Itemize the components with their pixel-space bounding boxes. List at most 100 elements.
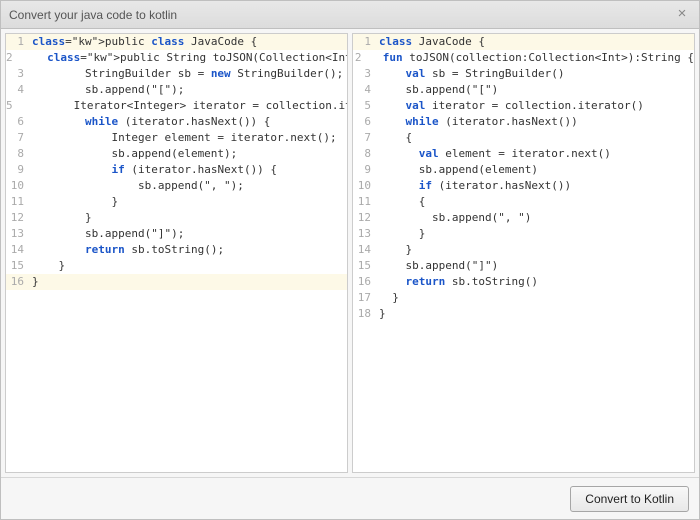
code-text: return sb.toString() <box>377 274 538 290</box>
code-line[interactable]: 13 sb.append("]"); <box>6 226 347 242</box>
code-text: } <box>377 290 399 306</box>
code-line[interactable]: 14 return sb.toString(); <box>6 242 347 258</box>
line-number: 9 <box>353 162 377 178</box>
code-line[interactable]: 3 StringBuilder sb = new StringBuilder()… <box>6 66 347 82</box>
code-text: val sb = StringBuilder() <box>377 66 564 82</box>
line-number: 8 <box>6 146 30 162</box>
code-text: } <box>30 194 118 210</box>
code-line[interactable]: 17 } <box>353 290 694 306</box>
line-number: 15 <box>353 258 377 274</box>
code-line[interactable]: 1class JavaCode { <box>353 34 694 50</box>
code-line[interactable]: 15 sb.append("]") <box>353 258 694 274</box>
code-line[interactable]: 6 while (iterator.hasNext()) <box>353 114 694 130</box>
code-text: if (iterator.hasNext()) { <box>30 162 277 178</box>
code-text: class JavaCode { <box>377 34 485 50</box>
code-text: Iterator<Integer> iterator = collection.… <box>19 98 348 114</box>
kotlin-editor[interactable]: 1class JavaCode {2 fun toJSON(collection… <box>352 33 695 473</box>
code-text: class="kw">public class JavaCode { <box>30 34 257 50</box>
dialog-title: Convert your java code to kotlin <box>9 8 673 22</box>
code-line[interactable]: 7 { <box>353 130 694 146</box>
line-number: 2 <box>6 50 19 66</box>
line-number: 1 <box>353 34 377 50</box>
code-line[interactable]: 9 if (iterator.hasNext()) { <box>6 162 347 178</box>
line-number: 10 <box>353 178 377 194</box>
code-text: } <box>30 258 65 274</box>
code-text: sb.append("[") <box>377 82 498 98</box>
code-line[interactable]: 1class="kw">public class JavaCode { <box>6 34 347 50</box>
code-line[interactable]: 15 } <box>6 258 347 274</box>
line-number: 15 <box>6 258 30 274</box>
line-number: 5 <box>353 98 377 114</box>
line-number: 4 <box>6 82 30 98</box>
line-number: 7 <box>353 130 377 146</box>
line-number: 12 <box>353 210 377 226</box>
line-number: 12 <box>6 210 30 226</box>
line-number: 3 <box>353 66 377 82</box>
code-text: val iterator = collection.iterator() <box>377 98 644 114</box>
code-text: sb.append(", ") <box>377 210 531 226</box>
line-number: 5 <box>6 98 19 114</box>
code-text: } <box>30 210 92 226</box>
code-text: } <box>377 242 412 258</box>
line-number: 7 <box>6 130 30 146</box>
code-line[interactable]: 6 while (iterator.hasNext()) { <box>6 114 347 130</box>
code-line[interactable]: 16} <box>6 274 347 290</box>
code-text: StringBuilder sb = new StringBuilder(); <box>30 66 343 82</box>
java-editor[interactable]: 1class="kw">public class JavaCode {2 cla… <box>5 33 348 473</box>
line-number: 16 <box>353 274 377 290</box>
code-text: class="kw">public String toJSON(Collecti… <box>19 50 348 66</box>
code-text: return sb.toString(); <box>30 242 224 258</box>
code-text: sb.append(", "); <box>30 178 244 194</box>
line-number: 1 <box>6 34 30 50</box>
line-number: 14 <box>353 242 377 258</box>
convert-button[interactable]: Convert to Kotlin <box>570 486 689 512</box>
line-number: 11 <box>353 194 377 210</box>
dialog-footer: Convert to Kotlin <box>1 477 699 519</box>
line-number: 9 <box>6 162 30 178</box>
code-line[interactable]: 11 { <box>353 194 694 210</box>
code-line[interactable]: 7 Integer element = iterator.next(); <box>6 130 347 146</box>
code-line[interactable]: 10 sb.append(", "); <box>6 178 347 194</box>
code-line[interactable]: 12 } <box>6 210 347 226</box>
code-text: { <box>377 194 425 210</box>
line-number: 16 <box>6 274 30 290</box>
code-text: sb.append("]") <box>377 258 498 274</box>
code-line[interactable]: 3 val sb = StringBuilder() <box>353 66 694 82</box>
code-line[interactable]: 9 sb.append(element) <box>353 162 694 178</box>
code-text: sb.append(element) <box>377 162 538 178</box>
line-number: 18 <box>353 306 377 322</box>
convert-dialog: Convert your java code to kotlin × 1clas… <box>0 0 700 520</box>
code-line[interactable]: 8 sb.append(element); <box>6 146 347 162</box>
code-line[interactable]: 2 class="kw">public String toJSON(Collec… <box>6 50 347 66</box>
line-number: 11 <box>6 194 30 210</box>
code-text: } <box>377 226 425 242</box>
line-number: 14 <box>6 242 30 258</box>
code-text: Integer element = iterator.next(); <box>30 130 337 146</box>
code-line[interactable]: 14 } <box>353 242 694 258</box>
code-line[interactable]: 4 sb.append("["); <box>6 82 347 98</box>
close-icon[interactable]: × <box>673 6 691 24</box>
code-line[interactable]: 16 return sb.toString() <box>353 274 694 290</box>
code-line[interactable]: 8 val element = iterator.next() <box>353 146 694 162</box>
code-line[interactable]: 2 fun toJSON(collection:Collection<Int>)… <box>353 50 694 66</box>
line-number: 13 <box>353 226 377 242</box>
code-line[interactable]: 12 sb.append(", ") <box>353 210 694 226</box>
code-line[interactable]: 13 } <box>353 226 694 242</box>
code-text: while (iterator.hasNext()) <box>377 114 578 130</box>
code-text: sb.append("]"); <box>30 226 184 242</box>
code-line[interactable]: 11 } <box>6 194 347 210</box>
code-line[interactable]: 5 val iterator = collection.iterator() <box>353 98 694 114</box>
code-line[interactable]: 10 if (iterator.hasNext()) <box>353 178 694 194</box>
line-number: 4 <box>353 82 377 98</box>
line-number: 10 <box>6 178 30 194</box>
code-text: fun toJSON(collection:Collection<Int>):S… <box>367 50 694 66</box>
code-line[interactable]: 5 Iterator<Integer> iterator = collectio… <box>6 98 347 114</box>
code-text: sb.append(element); <box>30 146 237 162</box>
code-text: { <box>377 130 412 146</box>
code-text: } <box>30 274 39 290</box>
line-number: 8 <box>353 146 377 162</box>
code-text: val element = iterator.next() <box>377 146 611 162</box>
code-line[interactable]: 18} <box>353 306 694 322</box>
code-line[interactable]: 4 sb.append("[") <box>353 82 694 98</box>
code-text: if (iterator.hasNext()) <box>377 178 571 194</box>
